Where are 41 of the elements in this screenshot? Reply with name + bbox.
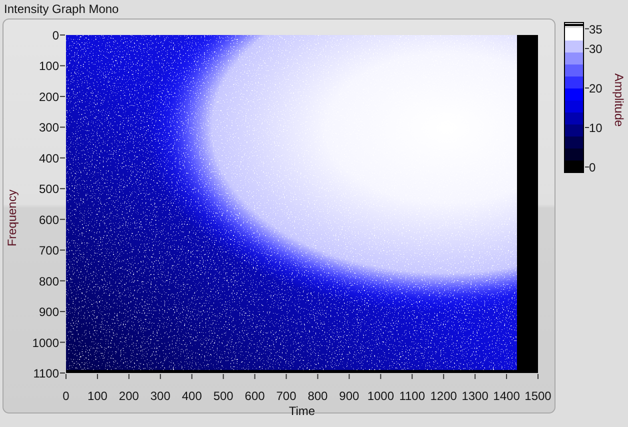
- x-axis-label: Time: [288, 404, 316, 416]
- x-tick-label: 800: [308, 389, 328, 403]
- scale-tick-label: 0: [589, 160, 596, 174]
- scale-tick-label: 30: [589, 42, 603, 56]
- x-tick-label: 400: [182, 389, 202, 403]
- x-tick-label: 500: [213, 389, 234, 403]
- x-tick-label: 600: [244, 389, 265, 403]
- y-tick-label: 1100: [33, 366, 59, 380]
- y-tick-label: 500: [38, 182, 59, 196]
- scale-tick-label: 20: [589, 82, 603, 96]
- scale-tick-mark: [584, 48, 590, 49]
- y-tick-label: 800: [38, 274, 59, 288]
- x-tick-label: 100: [87, 389, 108, 403]
- y-tick-label: 0: [52, 28, 59, 42]
- x-tick-label: 0: [62, 389, 70, 403]
- scale-tick-mark: [584, 166, 590, 168]
- y-tick-label: 700: [38, 244, 59, 258]
- x-tick-label: 1200: [430, 389, 457, 403]
- x-tick-label: 700: [276, 389, 296, 403]
- scale-tick-label: 10: [589, 121, 603, 135]
- y-tick-label: 900: [38, 305, 59, 320]
- x-tick-label: 200: [118, 389, 139, 403]
- y-axis-label: Frequency: [5, 190, 19, 246]
- x-tick-label: 1400: [493, 389, 520, 403]
- scale-tick-mark: [584, 28, 590, 30]
- x-tick-label: 1300: [462, 389, 488, 403]
- x-tick-label: 1500: [524, 389, 552, 403]
- color-scale-label: Amplitude: [612, 73, 626, 127]
- y-tick-label: 400: [38, 151, 59, 166]
- x-tick-label: 300: [150, 389, 170, 403]
- x-tick-label: 1000: [367, 389, 394, 403]
- graph-title: Intensity Graph Mono: [3, 1, 120, 18]
- scale-tick-mark: [584, 127, 590, 128]
- y-tick-label: 200: [38, 90, 59, 104]
- y-tick-label: 1000: [32, 336, 59, 350]
- scale-tick-label: 35: [589, 22, 603, 36]
- y-tick-label: 100: [38, 59, 59, 74]
- x-tick-label: 900: [339, 389, 360, 403]
- y-tick-label: 600: [38, 212, 59, 227]
- y-tick-label: 300: [38, 120, 59, 135]
- x-tick-label: 1100: [399, 389, 426, 403]
